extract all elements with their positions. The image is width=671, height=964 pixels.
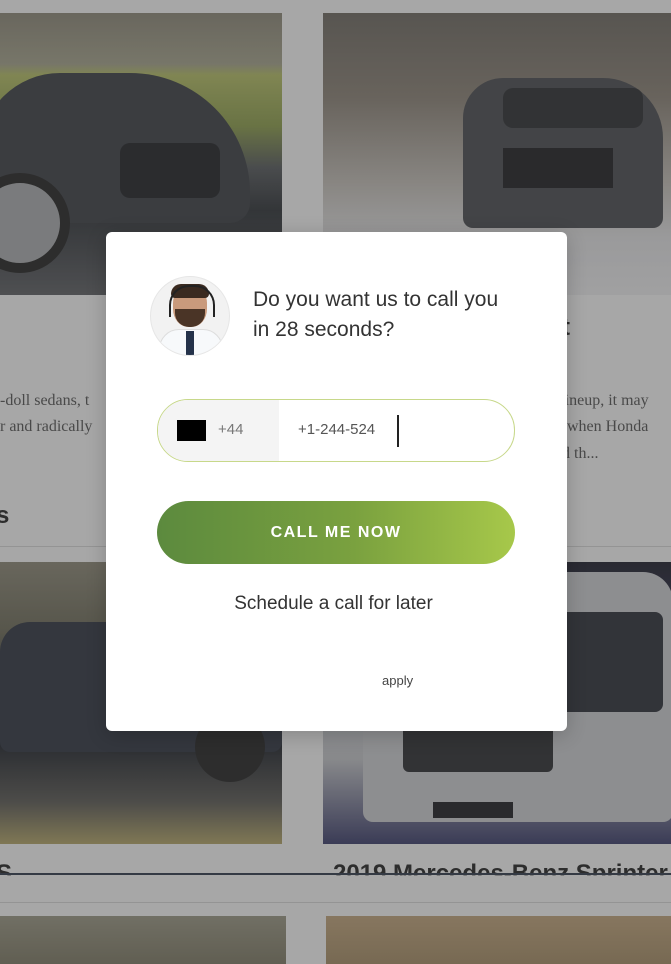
avatar-tie (186, 331, 194, 355)
country-selector[interactable]: +44 (158, 400, 279, 461)
text-caret (397, 415, 399, 447)
headset-icon (169, 285, 215, 317)
flag-icon (177, 420, 206, 441)
callback-question: Do you want us to call you in 28 seconds… (253, 288, 499, 341)
phone-input[interactable]: +44 +1-244-524 (157, 399, 515, 462)
callback-modal: Do you want us to call you in 28 seconds… (106, 232, 567, 731)
agent-avatar (150, 276, 230, 356)
call-me-now-button[interactable]: CALL ME NOW (157, 501, 515, 564)
country-code: +44 (218, 421, 244, 438)
schedule-later-link[interactable]: Schedule a call for later (106, 593, 561, 615)
phone-number-value[interactable]: +1-244-524 (298, 421, 375, 438)
apply-link[interactable]: apply (382, 673, 413, 688)
